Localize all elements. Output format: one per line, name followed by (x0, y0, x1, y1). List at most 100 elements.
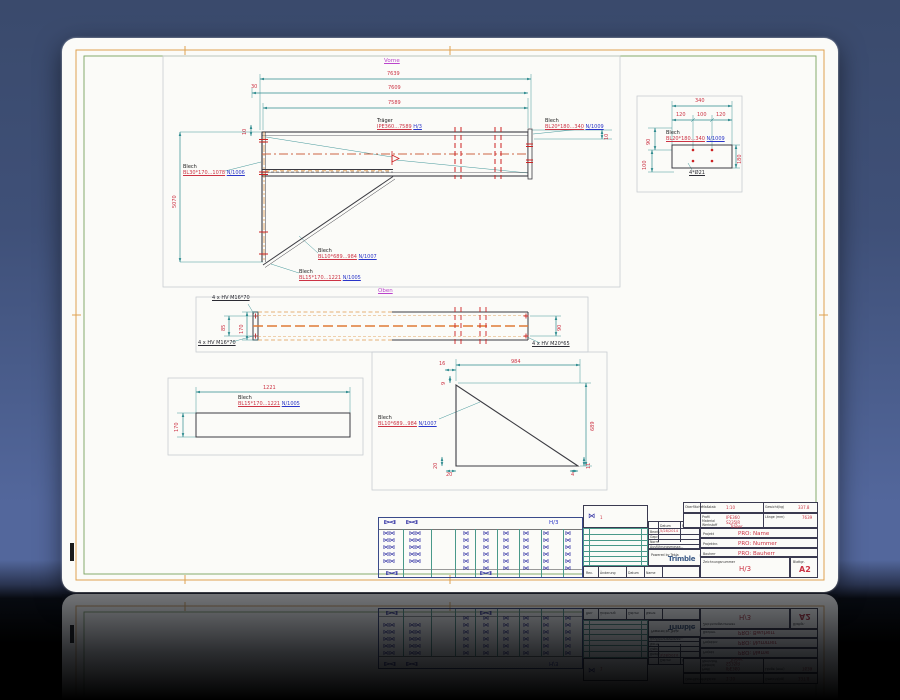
bolt-symbol: ⋈ (503, 642, 509, 649)
dim-120a: 120 (676, 112, 686, 118)
laenge-label: Länge (mm) (765, 667, 785, 671)
bearb-date: 5/28/2014 (660, 653, 678, 657)
top-view-title: Oben (378, 288, 393, 294)
rev-datum-label: Datum (628, 571, 639, 575)
projektnr-value: PRO: Nummer (738, 639, 777, 645)
zeichnungsnummer-value: H/3 (739, 613, 752, 621)
bolt-symbol: ⋈ (523, 642, 529, 649)
projekt-value: PRO: Name (738, 531, 770, 537)
bolt-table-header-line (379, 656, 582, 657)
dim-4: 4 (571, 472, 575, 478)
dim-7609: 7609 (388, 85, 401, 91)
datum-label: Datum (660, 658, 671, 663)
bearb-label: Bearb. (650, 652, 661, 657)
bolt-symbol: ⋈ (405, 660, 419, 667)
front-view-title: Vorne (384, 58, 400, 64)
bolt-symbol: ⋈⋈ (409, 649, 421, 656)
laenge-value: 7639 (802, 666, 813, 671)
bauherr-label: Bauherr (703, 630, 716, 635)
projekt-label: Projekt (703, 532, 714, 536)
beam-spec: IPE360...7589 (377, 124, 412, 131)
revision-strip: Rev. Änderung Datum Name (583, 608, 700, 620)
bolt-symbol: ⋈ (479, 570, 493, 577)
gewicht-label: Gewicht(kg) (765, 505, 785, 509)
dim-30: 30 (251, 84, 258, 90)
dim-170-plate: 170 (174, 422, 180, 432)
laenge-value: 7639 (802, 515, 813, 520)
bolt-symbol: ⋈ (523, 614, 529, 621)
dim-9: 9 (441, 381, 447, 385)
projektnr-label: Projektnr. (703, 640, 719, 644)
massstab-value: 1:10 (726, 676, 735, 681)
parts-grid (583, 620, 648, 658)
presentation-background: Vorne 7639 30 7609 7589 5070 10 10 Träge… (0, 0, 900, 700)
sheet-size-box: Blattgr. A2 (790, 608, 818, 629)
bolt-symbol: ⋈ (523, 621, 529, 628)
logo-box: Powered by Tekla Trimble ® (648, 620, 703, 637)
bolt-symbol: ⋈⋈ (409, 635, 421, 642)
gepr-label: Gepr. (650, 647, 659, 651)
profil-label: Profil (702, 667, 710, 671)
bolt-symbol: ⋈ (503, 614, 509, 621)
bolt-table: H/3 ⋈ ⋈ ⋈⋈ ⋈⋈ ⋈⋈ ⋈⋈ ⋈⋈ ⋈⋈ ⋈⋈ ⋈⋈ ⋈⋈ ⋈⋈ ⋈ ⋈ ⋈ ⋈ ⋈ ⋈ ⋈ ⋈ ⋈ ⋈ ⋈ ⋈ ⋈ ⋈… (378, 608, 583, 669)
projektnr-row: Projektnr. PRO: Nummer (700, 538, 818, 548)
datum-label: Datum (660, 523, 671, 528)
title-block: ⋈ 1 Rev. Änderung Datum Na (583, 502, 818, 578)
bolt-symbol: ⋈ (463, 649, 469, 656)
scale-row: Oberfläche Maßstab 1:10 Gewicht(kg) 337.… (683, 673, 818, 684)
scale-row: Oberfläche Maßstab 1:10 Gewicht(kg) 337.… (683, 502, 818, 513)
bolt-symbol: ⋈ (565, 565, 571, 572)
gepr-label: Gepr. (650, 535, 659, 539)
bolt-symbol: ⋈ (383, 660, 397, 667)
top-view-lines (224, 303, 561, 345)
bolt-symbol: ⋈ (463, 565, 469, 572)
bolt-symbol: ⋈ (463, 614, 469, 621)
sheet-size-value: A2 (799, 565, 811, 574)
bolt-symbol: ⋈ (543, 642, 549, 649)
bolt-symbol: ⋈ (463, 621, 469, 628)
bolt-table: H/3 ⋈ ⋈ ⋈⋈ ⋈⋈ ⋈⋈ ⋈⋈ ⋈⋈ ⋈⋈ ⋈⋈ ⋈⋈ ⋈⋈ ⋈⋈ ⋈ ⋈ ⋈ ⋈ ⋈ ⋈ ⋈ ⋈ ⋈ ⋈ ⋈ ⋈ ⋈ ⋈… (378, 517, 583, 578)
oberflaeche-label: Oberfläche (685, 677, 703, 681)
sheet-reflection: Vorne 7639 30 7609 7589 5070 10 10 Träge… (62, 594, 838, 700)
parts-grid (583, 528, 648, 566)
dim-10-left: 10 (242, 128, 248, 135)
bolt-symbol: ⋈ (543, 614, 549, 621)
zeichnungsnummer-label: Zeichnungsnummer (703, 559, 736, 564)
dim-16: 16 (439, 361, 446, 367)
bolt-symbol: ⋈ (503, 628, 509, 635)
bolt-symbol: ⋈⋈ (409, 642, 421, 649)
rev-datum-label: Datum (628, 611, 639, 615)
oberflaeche-label: Oberfläche (685, 505, 703, 509)
drawing-number-box: Zeichnungsnummer H/3 (700, 608, 790, 629)
dim-20-horiz: 20 (446, 472, 453, 478)
aenderung-label: Änderung (600, 571, 616, 575)
bolt-symbol: ⋈ (543, 635, 549, 642)
bolt-symbol: ⋈⋈ (383, 558, 395, 565)
drawing-sheet: Vorne 7639 30 7609 7589 5070 10 10 Träge… (62, 594, 838, 700)
drawing-linework (70, 602, 825, 700)
norm-label: Norm (650, 540, 659, 544)
bauherr-value: PRO: Bauherr (738, 550, 775, 557)
plate1005-detail-label: Blech BL15*170...1221 N/1005 (238, 395, 300, 408)
bauherr-row: Bauherr PRO: Bauherr (700, 629, 818, 638)
bolt-symbol: ⋈⋈ (409, 558, 421, 565)
blatt-label: Blattgr. (793, 559, 805, 564)
bolt-symbol: ⋈⋈ (383, 649, 395, 656)
bolt-symbol: ⋈ (543, 621, 549, 628)
view-frames (371, 695, 608, 700)
bolt-symbol: ⋈⋈ (409, 628, 421, 635)
dim-984: 984 (511, 359, 521, 365)
plate1007-detail-label: Blech BL10*689...984 N/1007 (378, 415, 437, 428)
drawing-number-box: Zeichnungsnummer H/3 (700, 557, 790, 578)
assembly-mark: H/3 (549, 660, 559, 666)
drawing-sheet: Vorne 7639 30 7609 7589 5070 10 10 Träge… (62, 38, 838, 592)
bolt-symbol: ⋈⋈ (383, 635, 395, 642)
bolt-symbol: ⋈ (565, 649, 571, 656)
signature-block: Datum Name Bearb. 5/28/2014 Gepr. Norm A… (648, 637, 700, 665)
assembly-bolt-symbol: ⋈ (588, 512, 595, 520)
dim-170-top: 170 (239, 324, 245, 334)
dim-11: 11 (586, 462, 592, 469)
massstab-label: Maßstab (702, 505, 716, 509)
name-label: Name (682, 658, 692, 663)
sheet-size-value: A2 (799, 612, 811, 621)
